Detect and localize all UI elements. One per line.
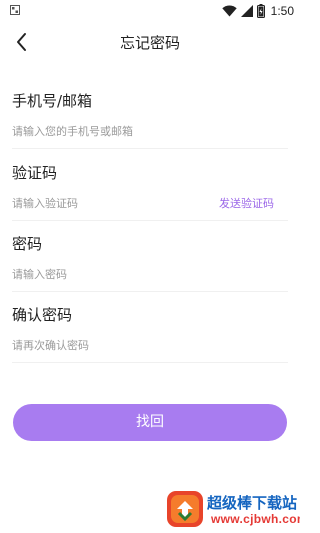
- confirm-password-input-row: [12, 334, 288, 363]
- password-label: 密码: [12, 235, 43, 253]
- account-field: 手机号/邮箱: [12, 90, 288, 149]
- signal-icon: [240, 5, 253, 17]
- account-label: 手机号/邮箱: [12, 92, 93, 110]
- retrieve-button[interactable]: 找回: [13, 404, 287, 441]
- account-input[interactable]: [12, 121, 202, 142]
- watermark-logo-icon: [167, 491, 203, 527]
- battery-icon: [256, 4, 265, 18]
- code-label: 验证码: [12, 164, 58, 182]
- status-time: 1:50: [270, 4, 294, 18]
- forgot-password-screen: 1:50 忘记密码 手机号/邮箱 验证码 发送验证码 密码 确认密码: [0, 0, 300, 533]
- password-field: 密码: [12, 233, 288, 292]
- page-title: 忘记密码: [119, 34, 180, 52]
- code-input[interactable]: [12, 193, 202, 214]
- title-bar: 忘记密码: [0, 22, 300, 62]
- status-indicators: 1:50: [221, 3, 294, 19]
- wifi-icon: [221, 5, 237, 17]
- confirm-password-label: 确认密码: [12, 306, 73, 324]
- confirm-password-field: 确认密码: [12, 304, 288, 363]
- code-field: 验证码 发送验证码: [12, 162, 288, 221]
- account-input-row: [12, 120, 288, 149]
- password-input[interactable]: [12, 264, 202, 285]
- code-input-row: 发送验证码: [12, 192, 288, 221]
- notification-icon: [10, 5, 20, 15]
- send-code-button[interactable]: 发送验证码: [219, 195, 274, 211]
- password-input-row: [12, 263, 288, 292]
- watermark: 超级棒下载站 www.cjbwh.com: [165, 489, 300, 529]
- status-bar: 1:50: [0, 0, 300, 22]
- watermark-url: www.cjbwh.com: [211, 512, 300, 526]
- confirm-password-input[interactable]: [12, 335, 202, 356]
- watermark-title: 超级棒下载站: [207, 494, 298, 512]
